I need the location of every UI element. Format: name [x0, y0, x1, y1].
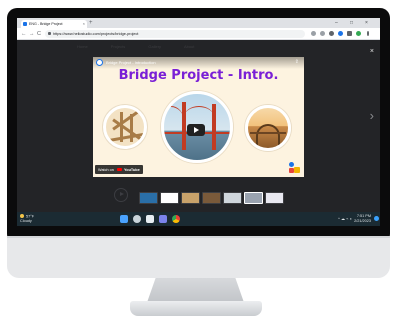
close-lightbox-button[interactable]: × — [370, 48, 374, 55]
truss-bridge-image — [103, 105, 147, 149]
desktop-scene: ENG - Bridge Project × + – □ × ← → C htt… — [0, 0, 393, 322]
play-icon — [194, 127, 199, 133]
play-button[interactable] — [187, 124, 205, 136]
address-bar[interactable]: https://www.hellostudio.com/projects/bri… — [45, 30, 305, 38]
thumbnail[interactable] — [181, 192, 200, 204]
sync-icon[interactable] — [338, 31, 343, 36]
video-player[interactable]: Bridge Project - Introduction ⇪ Bridge P… — [93, 57, 304, 177]
video-heading: Bridge Project - Intro. — [118, 68, 279, 83]
thumbnail[interactable] — [223, 192, 242, 204]
url-text: https://www.hellostudio.com/projects/bri… — [53, 32, 139, 36]
browser-tabbar: ENG - Bridge Project × + – □ × — [17, 18, 380, 28]
thumbnail[interactable] — [160, 192, 179, 204]
video-title-link[interactable]: Bridge Project - Introduction — [106, 60, 156, 65]
page-nav-item[interactable]: About — [184, 44, 194, 49]
weather-temp: 57°F — [26, 214, 35, 219]
youtube-logo-icon — [116, 167, 122, 171]
clock-date: 2/21/2023 — [354, 218, 371, 223]
brand-logo-icon — [289, 162, 300, 173]
chat-icon[interactable] — [159, 215, 167, 223]
share-icon[interactable]: ⇪ — [295, 59, 299, 65]
weather-text: Cloudy — [20, 219, 32, 223]
tab-close-icon[interactable]: × — [83, 21, 85, 26]
thumbnail-active[interactable] — [244, 192, 263, 204]
tab-favicon-icon — [23, 22, 27, 26]
monitor-stand-base — [130, 301, 262, 316]
sidebar-icon[interactable] — [347, 31, 352, 36]
thumbnail[interactable] — [202, 192, 221, 204]
clock-time: 7:51 PM — [356, 214, 371, 218]
weather-widget[interactable]: 57°F Cloudy — [20, 214, 34, 224]
browser-tab[interactable]: ENG - Bridge Project × — [21, 20, 87, 28]
page-nav: Home Projects Gallery About — [77, 44, 216, 49]
weather-icon — [20, 214, 24, 218]
monitor-stand — [147, 278, 244, 302]
bookmark-icon[interactable] — [320, 31, 325, 36]
taskbar: 57°F Cloudy ^ ☁ ⌁ ◖ 7:51 PM 2/21/2023 — [17, 212, 380, 226]
watch-on-label: Watch on — [98, 167, 114, 172]
channel-avatar[interactable] — [96, 59, 103, 66]
screen: ENG - Bridge Project × + – □ × ← → C htt… — [17, 18, 380, 226]
youtube-wordmark: YouTube — [124, 167, 140, 172]
menu-icon[interactable] — [367, 31, 369, 36]
forward-button[interactable]: → — [29, 30, 35, 38]
start-icon[interactable] — [120, 215, 128, 223]
monitor-chin — [7, 236, 390, 278]
close-window-button[interactable]: × — [365, 19, 368, 27]
page-nav-item[interactable]: Projects — [111, 44, 125, 49]
profile-avatar[interactable] — [356, 31, 361, 36]
watch-on-youtube-link[interactable]: Watch on YouTube — [95, 165, 143, 174]
share-icon[interactable] — [311, 31, 316, 36]
back-button[interactable]: ← — [21, 30, 27, 38]
notification-icon[interactable] — [374, 216, 379, 221]
system-tray-icons[interactable]: ^ ☁ ⌁ ◖ — [338, 216, 352, 221]
clock[interactable]: 7:51 PM 2/21/2023 — [354, 214, 371, 223]
task-view-icon[interactable] — [146, 215, 154, 223]
chrome-icon[interactable] — [172, 215, 180, 223]
thumbnail[interactable] — [139, 192, 158, 204]
next-slide-button[interactable]: › — [370, 108, 374, 123]
minimize-button[interactable]: – — [335, 19, 338, 27]
lock-icon — [48, 32, 51, 35]
reload-button[interactable]: C — [37, 30, 41, 38]
maximize-button[interactable]: □ — [350, 19, 353, 27]
tab-title: ENG - Bridge Project — [29, 22, 63, 26]
thumbnail[interactable] — [265, 192, 284, 204]
browser-toolbar: ← → C https://www.hellostudio.com/projec… — [17, 28, 380, 40]
wooden-bridge-image — [245, 105, 291, 151]
search-icon[interactable] — [133, 215, 141, 223]
new-tab-button[interactable]: + — [89, 19, 93, 27]
page-nav-item[interactable]: Home — [77, 44, 88, 49]
page-nav-item[interactable]: Gallery — [148, 44, 161, 49]
extension-icon[interactable] — [329, 31, 334, 36]
slideshow-play-button[interactable] — [114, 188, 128, 202]
